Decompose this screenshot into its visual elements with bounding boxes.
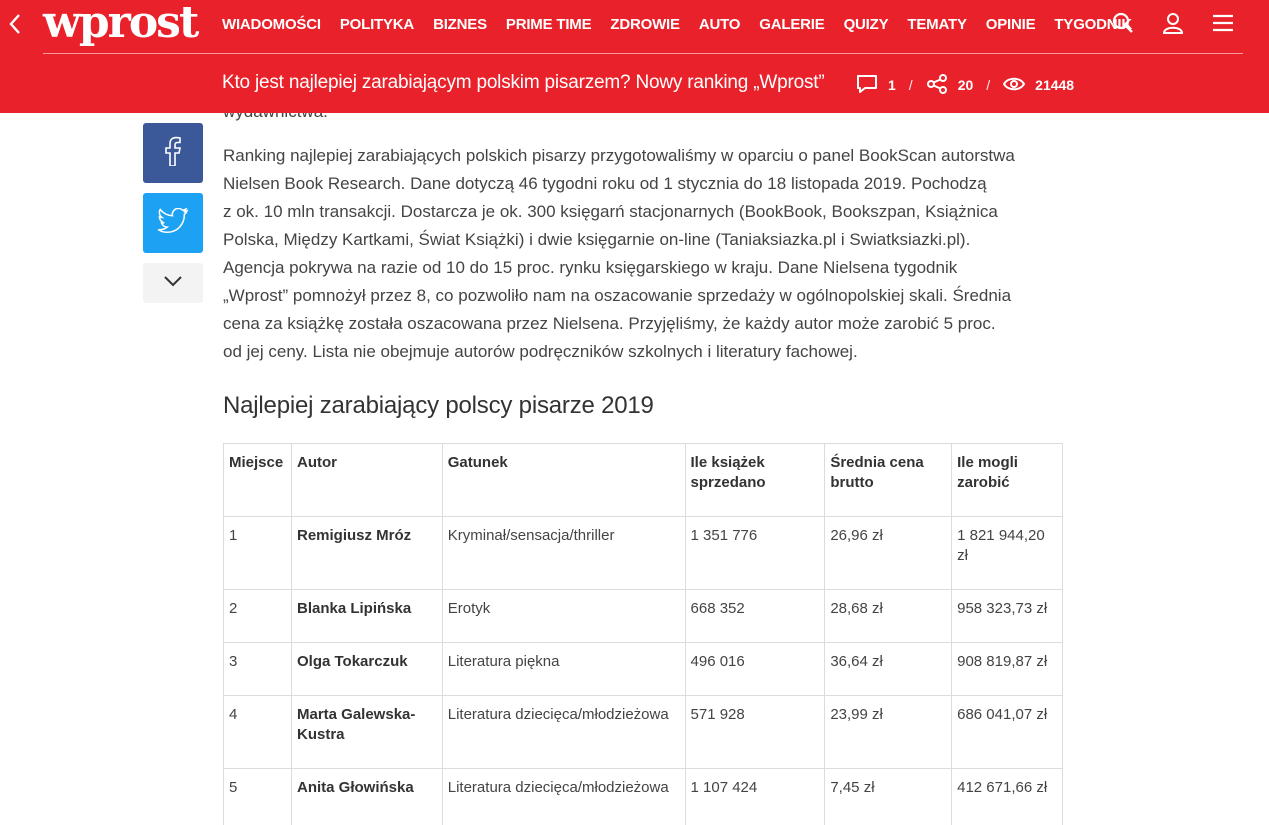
table-row: 3 Olga Tokarczuk Literatura piękna 496 0…: [223, 642, 1063, 696]
stats-separator: /: [908, 77, 913, 93]
rank-cell: 4: [223, 695, 292, 769]
earnings-cell: 908 819,87 zł: [951, 642, 1063, 696]
shares-count[interactable]: 20: [958, 77, 974, 93]
back-chevron-left-icon[interactable]: [4, 10, 26, 38]
price-cell: 7,45 zł: [824, 768, 953, 825]
paragraph-line: Polska, Między Kartkami, Świat Książki) …: [223, 230, 971, 249]
author-cell: Marta Galewska-Kustra: [290, 695, 443, 769]
genre-cell: Literatura dziecięca/młodzieżowa: [441, 768, 686, 825]
nav-item-galerie[interactable]: GALERIE: [759, 16, 824, 33]
column-header: Autor: [290, 443, 443, 517]
nav-item-wiadomosci[interactable]: WIADOMOŚCI: [222, 16, 321, 33]
table-row: 5 Anita Głowińska Literatura dziecięca/m…: [223, 768, 1063, 825]
ranking-table: Miejsce Autor Gatunek Ile książek sprzed…: [223, 443, 1063, 825]
wprost-logo[interactable]: wprost: [43, 0, 199, 49]
earnings-cell: 686 041,07 zł: [951, 695, 1063, 769]
sold-cell: 571 928: [684, 695, 826, 769]
column-header: Miejsce: [223, 443, 292, 517]
paragraph-line: Nielsen Book Research. Dane dotyczą 46 t…: [223, 174, 987, 193]
article-stats: 1 / 20 / 21448: [856, 73, 1075, 97]
genre-cell: Erotyk: [441, 589, 686, 643]
nav-item-quizy[interactable]: QUIZY: [844, 16, 889, 33]
views-count: 21448: [1035, 77, 1075, 93]
article-paragraph: Ranking najlepiej zarabiających polskich…: [223, 142, 1068, 366]
nav-item-tematy[interactable]: TEMATY: [907, 16, 967, 33]
comments-count[interactable]: 1: [888, 77, 896, 93]
paragraph-line: „Wprost” pomnożył przez 8, co pozwoliło …: [223, 286, 1012, 305]
share-icon[interactable]: [926, 73, 958, 97]
search-icon[interactable]: [1110, 10, 1136, 36]
nav-item-opinie[interactable]: OPINIE: [986, 16, 1036, 33]
section-title: Najlepiej zarabiający polscy pisarze 201…: [223, 392, 654, 419]
top-header: wprost WIADOMOŚCI POLITYKA BIZNES PRIME …: [0, 0, 1269, 113]
nav-item-prime-time[interactable]: PRIME TIME: [506, 16, 592, 33]
earnings-cell: 1 821 944,20 zł: [951, 516, 1063, 590]
author-cell: Remigiusz Mróz: [290, 516, 443, 590]
paragraph-line: Agencja pokrywa na razie od 10 do 15 pro…: [223, 258, 958, 277]
rank-cell: 3: [223, 642, 292, 696]
table-row: 1 Remigiusz Mróz Kryminał/sensacja/thril…: [223, 516, 1063, 590]
genre-cell: Literatura piękna: [441, 642, 686, 696]
author-cell: Olga Tokarczuk: [290, 642, 443, 696]
paragraph-line: od jej ceny. Lista nie obejmuje autorów …: [223, 342, 858, 361]
paragraph-line: cena za książkę została oszacowana przez…: [223, 314, 996, 333]
author-cell: Blanka Lipińska: [290, 589, 443, 643]
genre-cell: Kryminał/sensacja/thriller: [441, 516, 686, 590]
sold-cell: 496 016: [684, 642, 826, 696]
column-header: Gatunek: [441, 443, 686, 517]
paragraph-line: Ranking najlepiej zarabiających polskich…: [223, 146, 1015, 165]
price-cell: 26,96 zł: [824, 516, 953, 590]
price-cell: 23,99 zł: [824, 695, 953, 769]
rank-cell: 2: [223, 589, 292, 643]
twitter-icon: [157, 206, 189, 239]
rank-cell: 5: [223, 768, 292, 825]
comment-icon[interactable]: [856, 74, 888, 97]
nav-item-biznes[interactable]: BIZNES: [433, 16, 487, 33]
table-row: 2 Blanka Lipińska Erotyk 668 352 28,68 z…: [223, 589, 1063, 643]
earnings-cell: 958 323,73 zł: [951, 589, 1063, 643]
main-nav: WIADOMOŚCI POLITYKA BIZNES PRIME TIME ZD…: [222, 13, 1151, 35]
nav-item-auto[interactable]: AUTO: [699, 16, 741, 33]
sold-cell: 1 107 424: [684, 768, 826, 825]
sold-cell: 668 352: [684, 589, 826, 643]
sticky-article-title: Kto jest najlepiej zarabiającym polskim …: [222, 72, 825, 93]
nav-divider: [43, 53, 798, 54]
author-cell: Anita Głowińska: [290, 768, 443, 825]
column-header: Średnia cena brutto: [824, 443, 953, 517]
nav-divider: [798, 53, 1243, 54]
twitter-share-button[interactable]: [143, 193, 203, 253]
stats-separator: /: [986, 77, 991, 93]
hamburger-menu-icon[interactable]: [1210, 10, 1236, 36]
facebook-icon: [165, 136, 181, 171]
nav-item-zdrowie[interactable]: ZDROWIE: [610, 16, 680, 33]
table-row: 4 Marta Galewska-Kustra Literatura dziec…: [223, 695, 1063, 769]
price-cell: 36,64 zł: [824, 642, 953, 696]
earnings-cell: 412 671,66 zł: [951, 768, 1063, 825]
sold-cell: 1 351 776: [684, 516, 826, 590]
rank-cell: 1: [223, 516, 292, 590]
nav-item-polityka[interactable]: POLITYKA: [340, 16, 414, 33]
eye-icon: [1003, 76, 1035, 95]
more-share-button[interactable]: [143, 263, 203, 303]
user-icon[interactable]: [1160, 10, 1186, 36]
price-cell: 28,68 zł: [824, 589, 953, 643]
column-header: Ile książek sprzedano: [684, 443, 826, 517]
table-header-row: Miejsce Autor Gatunek Ile książek sprzed…: [223, 443, 1063, 517]
paragraph-line: z ok. 10 mln transakcji. Dostarcza je ok…: [223, 202, 998, 221]
facebook-share-button[interactable]: [143, 123, 203, 183]
column-header: Ile mogli zarobić: [951, 443, 1063, 517]
chevron-down-icon: [163, 274, 183, 292]
genre-cell: Literatura dziecięca/młodzieżowa: [441, 695, 686, 769]
